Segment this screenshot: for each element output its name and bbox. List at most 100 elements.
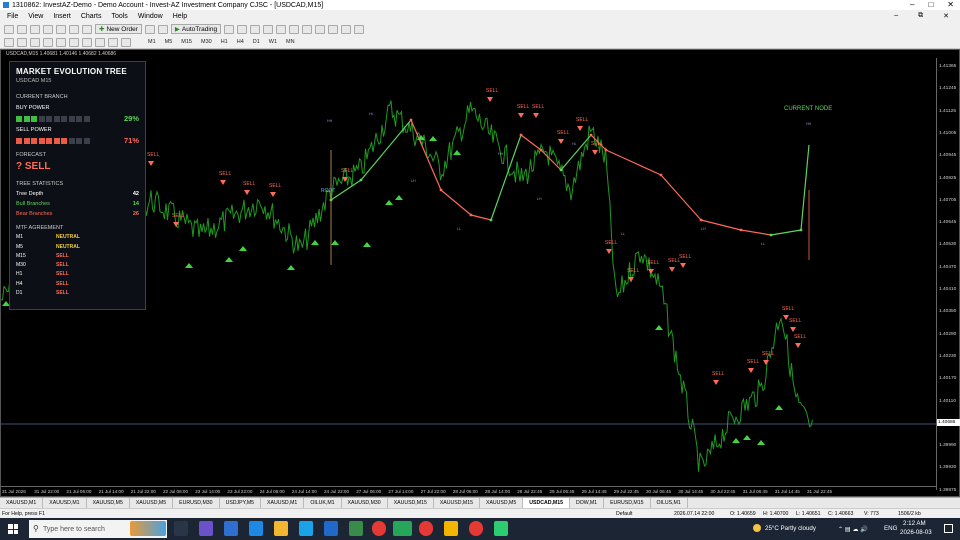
chart-tab[interactable]: XAUUSD,M1 — [43, 498, 87, 508]
tf-h4[interactable]: H4 — [234, 39, 247, 45]
menu-file[interactable]: File — [2, 13, 23, 20]
tf-m30[interactable]: M30 — [198, 39, 215, 45]
horizontal-line-icon[interactable] — [43, 37, 53, 47]
metatrader-icon[interactable] — [393, 521, 412, 536]
tf-mn[interactable]: MN — [283, 39, 298, 45]
tile-icon[interactable] — [289, 24, 300, 34]
tf-m5[interactable]: M5 — [162, 39, 176, 45]
tf-w1[interactable]: W1 — [266, 39, 280, 45]
channel-icon[interactable] — [69, 37, 79, 47]
chart-tab[interactable]: XAUUSD,M1 — [0, 498, 44, 508]
bar-chart-icon[interactable] — [224, 24, 235, 34]
file-explorer-icon[interactable] — [274, 521, 288, 536]
new-order-button[interactable]: ✚ New Order — [95, 24, 142, 34]
menu-insert[interactable]: Insert — [48, 13, 76, 20]
time-scale[interactable]: 31 Jul 2026 31 Jul 22:00 21 Jul 06:00 21 Ju… — [0, 486, 936, 497]
line-chart-icon[interactable] — [250, 24, 261, 34]
tree-branch — [800, 144, 810, 231]
taskbar-date[interactable]: 2026-08-03 — [900, 529, 932, 536]
chart-tab[interactable]: XAUUSD,M15 — [388, 498, 434, 508]
tree-node — [769, 233, 773, 237]
language-indicator[interactable]: ENG — [884, 525, 897, 532]
chart-tab[interactable]: OILUS,M1 — [651, 498, 688, 508]
edge-icon[interactable] — [299, 521, 313, 536]
tf-d1[interactable]: D1 — [250, 39, 263, 45]
app-icon-5[interactable] — [349, 521, 363, 536]
auto-trading-button[interactable]: ▶ AutoTrading — [170, 24, 222, 34]
indicators-icon[interactable] — [328, 24, 339, 34]
chrome-icon-2[interactable] — [419, 521, 433, 536]
app-icon-3[interactable] — [249, 521, 263, 536]
mtf-row: M5 NEUTRAL — [16, 244, 139, 250]
chart-shift-icon[interactable] — [315, 24, 326, 34]
autoscroll-icon[interactable] — [302, 24, 313, 34]
app-icon-4[interactable] — [324, 521, 338, 536]
app-icon-1[interactable] — [199, 521, 213, 536]
templates-icon[interactable] — [354, 24, 365, 34]
new-chart-icon[interactable] — [4, 24, 14, 34]
chart-tab[interactable]: XAUUSD,M1 — [261, 498, 305, 508]
price-scale[interactable]: 1.41365 1.41245 1.41125 1.41005 1.40945 1.408… — [936, 58, 960, 493]
chart-tab[interactable]: XAUUSD,M15 — [434, 498, 480, 508]
chart-tab[interactable]: XAUUSD,M5 — [130, 498, 174, 508]
windows-start-icon[interactable] — [8, 524, 18, 534]
price-tick: 1.40945 — [939, 153, 957, 159]
app-icon-2[interactable] — [224, 521, 238, 536]
label-icon[interactable] — [108, 37, 118, 47]
app-icon-6[interactable] — [444, 521, 458, 536]
chart-tab[interactable]: OILUK,M1 — [304, 498, 342, 508]
fibonacci-icon[interactable] — [82, 37, 92, 47]
vertical-line-icon[interactable] — [30, 37, 40, 47]
maximize-icon[interactable]: □ — [928, 0, 933, 10]
taskbar-time[interactable]: 2:12 AM — [903, 520, 926, 527]
text-icon[interactable] — [95, 37, 105, 47]
market-watch-icon[interactable] — [30, 24, 40, 34]
menu-window[interactable]: Window — [133, 13, 168, 20]
chrome-icon[interactable] — [372, 521, 386, 536]
arrows-icon[interactable] — [121, 37, 131, 47]
close-icon[interactable]: ✕ — [947, 0, 954, 10]
tf-m1[interactable]: M1 — [145, 39, 159, 45]
tf-m15[interactable]: M15 — [178, 39, 195, 45]
chart-tab[interactable]: USDCAD,M15 — [523, 498, 571, 508]
meter-segment — [23, 115, 30, 122]
menu-view[interactable]: View — [23, 13, 48, 20]
profiles-icon[interactable] — [17, 24, 27, 34]
trendline-icon[interactable] — [56, 37, 66, 47]
tf-h1[interactable]: H1 — [218, 39, 231, 45]
mdi-restore-icon[interactable]: ⧉ — [913, 12, 928, 20]
chart-tab[interactable]: EURUSD,M30 — [173, 498, 220, 508]
chart-tab[interactable]: EURUSD,M15 — [604, 498, 651, 508]
weather-widget-icon[interactable] — [130, 521, 166, 536]
terminal-icon[interactable] — [69, 24, 79, 34]
menu-charts[interactable]: Charts — [76, 13, 107, 20]
navigator-icon[interactable] — [56, 24, 66, 34]
tray-icons[interactable]: ⌃ ▤ ☁ 🔊 — [838, 525, 868, 533]
notification-icon[interactable] — [944, 524, 953, 533]
zoom-out-icon[interactable] — [276, 24, 287, 34]
mdi-close-icon[interactable]: ✕ — [938, 12, 954, 20]
menu-help[interactable]: Help — [168, 13, 192, 20]
chart-tab[interactable]: XAUUSD,M5 — [87, 498, 130, 508]
minimize-icon[interactable]: – — [910, 0, 914, 10]
chrome-icon-3[interactable] — [469, 521, 483, 536]
crosshair-icon[interactable] — [17, 37, 27, 47]
periods-icon[interactable] — [341, 24, 352, 34]
chart-tab[interactable]: XAUUSD,M5 — [480, 498, 524, 508]
task-view-icon[interactable] — [174, 521, 188, 536]
chart-tab[interactable]: USDJPY,M5 — [220, 498, 262, 508]
weather-tray-icon[interactable] — [753, 524, 761, 532]
app-icon-7[interactable] — [494, 521, 508, 536]
zoom-in-icon[interactable] — [263, 24, 274, 34]
cursor-icon[interactable] — [4, 37, 14, 47]
metaeditor-icon[interactable] — [144, 24, 155, 34]
globe-icon[interactable] — [157, 24, 168, 34]
mdi-minimize-icon[interactable]: – — [889, 12, 903, 20]
menu-tools[interactable]: Tools — [106, 13, 132, 20]
candlestick-icon[interactable] — [237, 24, 248, 34]
chart-tab[interactable]: XAUUSD,M30 — [342, 498, 388, 508]
data-window-icon[interactable] — [43, 24, 53, 34]
weather-tray-text[interactable]: 25°C Partly cloudy — [765, 525, 816, 532]
chart-tab[interactable]: DOW,M1 — [570, 498, 605, 508]
strategy-tester-icon[interactable] — [82, 24, 92, 34]
